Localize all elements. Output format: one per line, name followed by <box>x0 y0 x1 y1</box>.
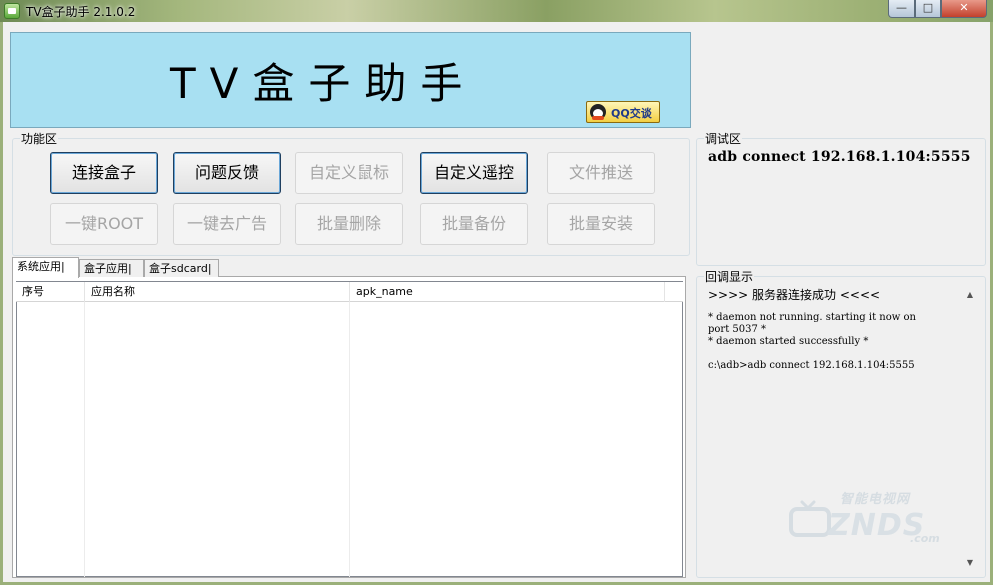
column-header-index[interactable]: 序号 <box>16 282 84 302</box>
qq-chat-label: QQ交谈 <box>611 107 652 120</box>
column-header-app-name[interactable]: 应用名称 <box>84 282 349 302</box>
column-header-filler <box>664 282 683 302</box>
qq-chat-button[interactable]: QQ交谈 <box>586 101 660 123</box>
title-bar[interactable] <box>0 0 993 22</box>
log-line: * daemon not running. starting it now on <box>708 312 916 323</box>
column-divider <box>84 302 85 577</box>
remove-ads-button[interactable]: 一键去广告 <box>173 203 281 245</box>
one-click-root-button[interactable]: 一键ROOT <box>50 203 158 245</box>
custom-mouse-button[interactable]: 自定义鼠标 <box>295 152 403 194</box>
scroll-up-arrow-icon[interactable]: ▲ <box>962 288 978 302</box>
scroll-down-arrow-icon[interactable]: ▼ <box>962 556 978 570</box>
tab-system-apps[interactable]: 系统应用| <box>12 257 79 278</box>
znds-watermark: 智能电视网 ZNDS .com <box>788 484 958 554</box>
qq-penguin-icon <box>590 104 606 120</box>
log-line: port 5037 * <box>708 324 767 335</box>
connect-box-button[interactable]: 连接盒子 <box>50 152 158 194</box>
tab-box-sdcard[interactable]: 盒子sdcard| <box>144 259 219 277</box>
echo-status-header: >>>> 服务器连接成功 <<<< <box>708 288 881 302</box>
custom-remote-button[interactable]: 自定义遥控 <box>420 152 528 194</box>
debug-command-text[interactable]: adb connect 192.168.1.104:5555 <box>708 149 971 165</box>
watermark-domain-suffix: .com <box>910 532 940 545</box>
column-header-apk-name[interactable]: apk_name <box>349 282 664 302</box>
batch-backup-button[interactable]: 批量备份 <box>420 203 528 245</box>
banner-title: TV盒子助手 <box>170 59 477 108</box>
tv-logo-icon <box>789 500 831 537</box>
file-push-button[interactable]: 文件推送 <box>547 152 655 194</box>
watermark-cn-text: 智能电视网 <box>840 492 911 507</box>
app-icon <box>4 3 20 19</box>
echo-scrollbar[interactable] <box>962 288 978 570</box>
maximize-button[interactable]: □ <box>915 0 941 18</box>
log-line: * daemon started successfully * <box>708 336 869 347</box>
echo-area-legend: 回调显示 <box>704 268 755 285</box>
close-button[interactable]: ✕ <box>941 0 987 18</box>
minimize-button[interactable]: — <box>888 0 915 18</box>
batch-install-button[interactable]: 批量安装 <box>547 203 655 245</box>
tab-box-apps[interactable]: 盒子应用| <box>79 259 144 277</box>
column-divider <box>349 302 350 577</box>
log-line: c:\adb>adb connect 192.168.1.104:5555 <box>708 360 915 371</box>
function-area-legend: 功能区 <box>20 130 59 147</box>
batch-delete-button[interactable]: 批量删除 <box>295 203 403 245</box>
window-title: TV盒子助手 2.1.0.2 <box>26 5 136 19</box>
debug-area-legend: 调试区 <box>704 130 743 147</box>
feedback-button[interactable]: 问题反馈 <box>173 152 281 194</box>
